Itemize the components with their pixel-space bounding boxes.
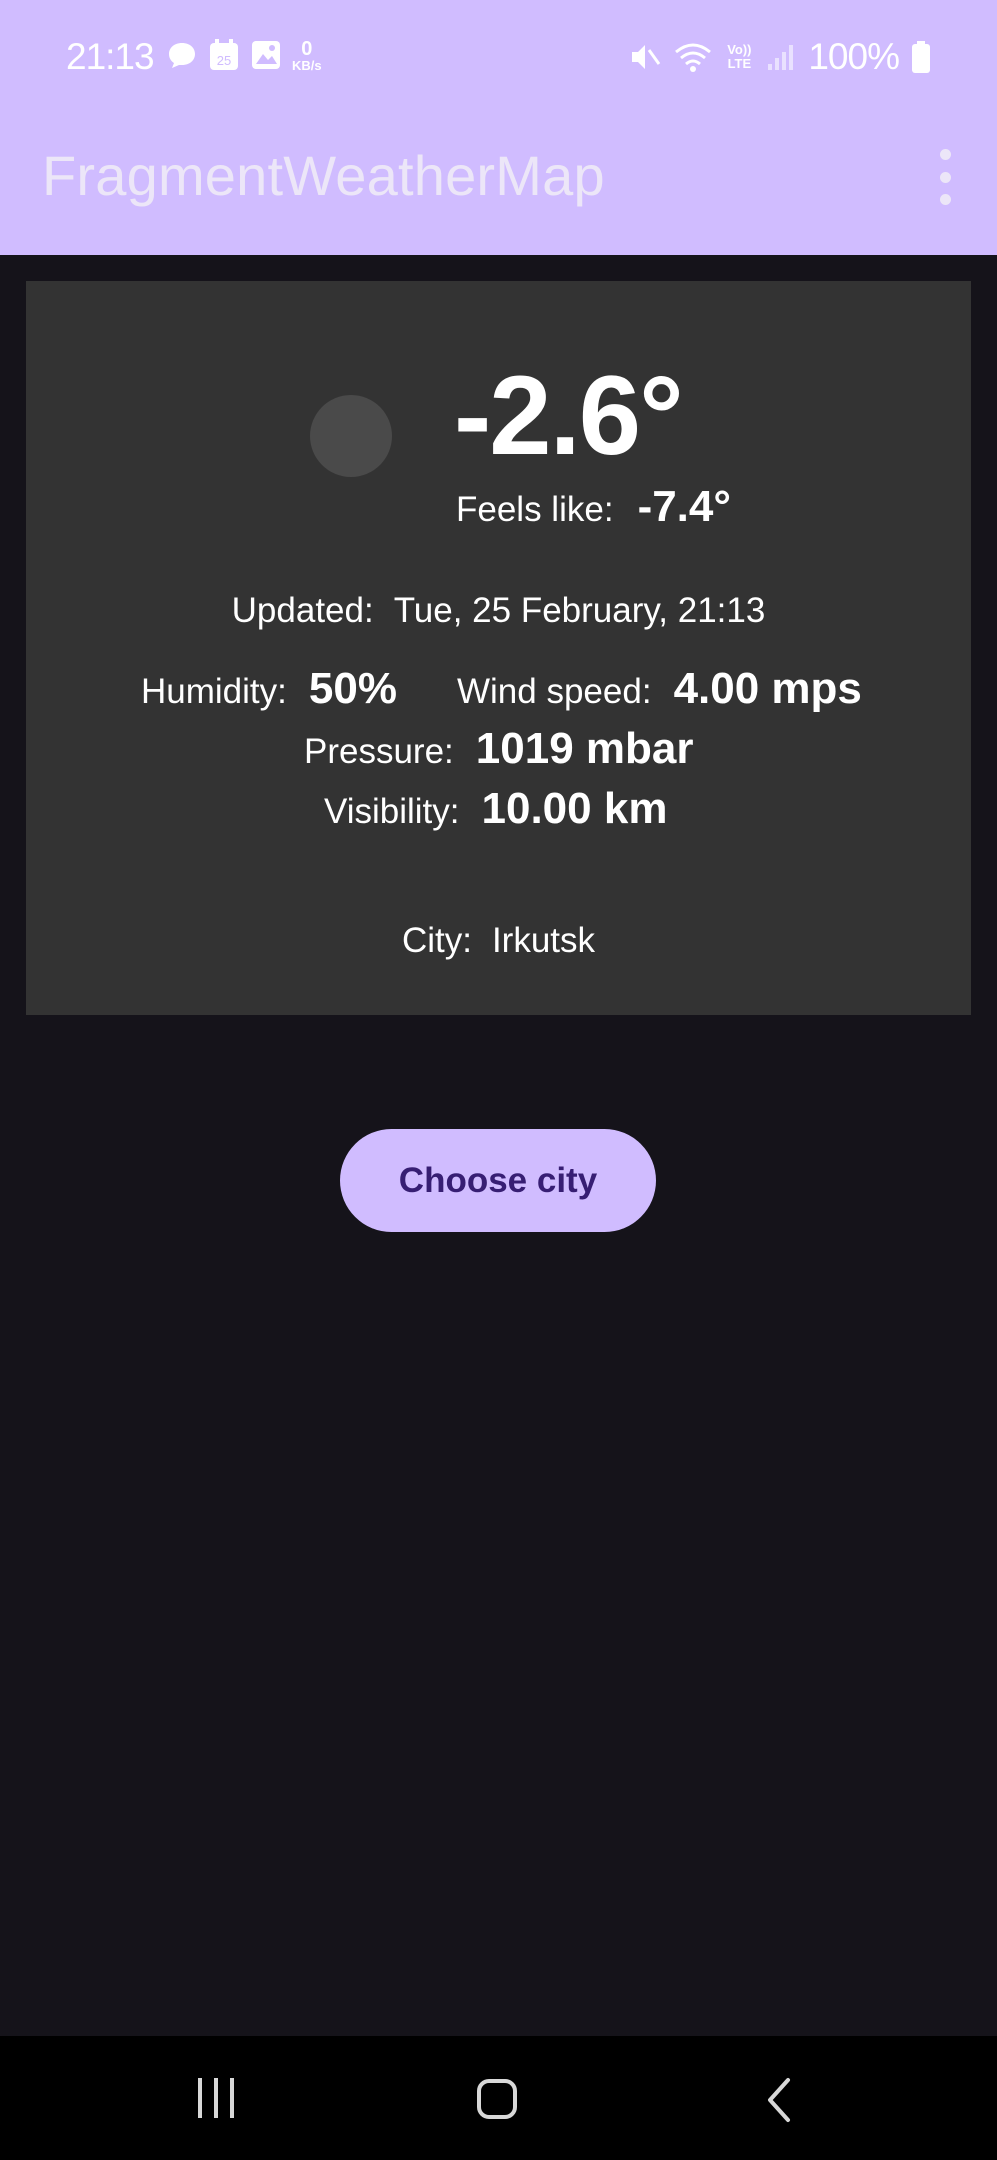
city-value: Irkutsk	[491, 921, 596, 960]
weather-card: -2.6° Feels like: -7.4° Updated: Tue, 25 …	[26, 281, 971, 1015]
choose-city-button[interactable]: Choose city	[340, 1129, 656, 1232]
wind-speed-row: Wind speed: 4.00 mps	[457, 664, 862, 714]
visibility-row: Visibility: 10.00 km	[324, 784, 667, 834]
back-icon[interactable]	[764, 2076, 794, 2124]
signal-icon	[768, 45, 794, 70]
humidity-label: Humidity:	[141, 672, 287, 711]
wifi-icon	[675, 43, 712, 72]
recent-apps-icon[interactable]	[198, 2078, 234, 2118]
wind-speed-value: 4.00 mps	[673, 664, 862, 713]
updated-row: Updated: Tue, 25 February, 21:13	[26, 591, 971, 631]
wind-speed-label: Wind speed:	[457, 672, 652, 711]
weather-condition-icon	[310, 395, 392, 477]
city-row: City: Irkutsk	[26, 921, 971, 961]
net-speed: 0 KB/s	[292, 39, 322, 72]
updated-value: Tue, 25 February, 21:13	[393, 591, 766, 630]
chat-bubble-icon	[169, 43, 195, 68]
system-nav-bar	[0, 2036, 997, 2160]
pressure-value: 1019 mbar	[475, 724, 694, 773]
more-vert-icon[interactable]	[933, 149, 957, 205]
pressure-label: Pressure:	[304, 732, 454, 771]
feels-like-row: Feels like: -7.4°	[456, 482, 731, 532]
notification-icons: 25 0 KB/s	[166, 38, 322, 72]
net-speed-value: 0	[301, 37, 313, 60]
visibility-label: Visibility:	[324, 792, 460, 831]
app-title: FragmentWeatherMap	[42, 144, 605, 207]
status-right-icons: Vo)) LTE 100%	[628, 36, 931, 78]
status-bar: 21:13 25 0 KB/s Vo)) LTE 100%	[0, 0, 997, 115]
humidity-value: 50%	[308, 664, 397, 713]
city-label: City:	[401, 921, 472, 960]
feels-like-label: Feels like:	[456, 490, 614, 529]
app-bar: FragmentWeatherMap	[0, 115, 997, 255]
home-icon[interactable]	[477, 2079, 517, 2119]
image-icon	[252, 41, 280, 69]
updated-label: Updated:	[231, 591, 374, 630]
calendar-icon: 25	[210, 39, 238, 70]
mute-vibrate-icon	[632, 45, 661, 69]
visibility-value: 10.00 km	[481, 784, 668, 833]
temperature-value: -2.6°	[454, 353, 684, 478]
feels-like-value: -7.4°	[637, 482, 731, 531]
net-speed-unit: KB/s	[292, 57, 322, 73]
status-time: 21:13	[66, 36, 155, 77]
humidity-row: Humidity: 50%	[141, 664, 397, 714]
battery-percent: 100%	[808, 36, 900, 77]
pressure-row: Pressure: 1019 mbar	[304, 724, 693, 774]
battery-icon	[912, 41, 930, 73]
volte-icon: Vo)) LTE	[727, 41, 752, 71]
calendar-day: 25	[217, 53, 231, 68]
